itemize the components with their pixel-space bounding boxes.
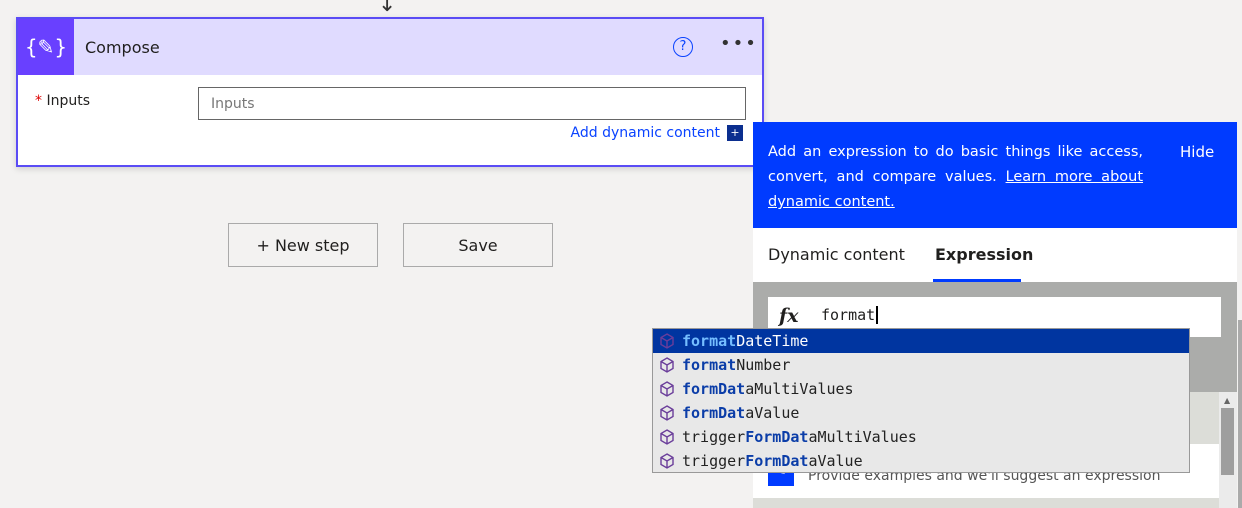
card-header[interactable]: {✎} Compose ? ••• xyxy=(18,19,762,75)
match-highlight: form xyxy=(682,404,719,422)
function-cube-icon xyxy=(660,405,674,421)
match-highlight: Dat xyxy=(781,428,809,446)
match-highlight: Form xyxy=(745,452,782,470)
arrow-down-icon: ↓ xyxy=(378,0,397,17)
add-dynamic-content-icon[interactable]: + xyxy=(727,125,743,141)
autocomplete-item[interactable]: trigger Form Dat aMultiValues xyxy=(653,425,1189,449)
scroll-up-icon[interactable]: ▲ xyxy=(1224,396,1230,405)
panel-info: Add an expression to do basic things lik… xyxy=(753,122,1237,228)
item-text: DateTime xyxy=(736,332,809,350)
curly-braces-pencil-icon: {✎} xyxy=(18,19,74,75)
page-scrollbar[interactable] xyxy=(1238,320,1242,508)
autocomplete-item[interactable]: form Dat aValue xyxy=(653,401,1189,425)
help-icon[interactable]: ? xyxy=(673,37,693,57)
inputs-label: * Inputs xyxy=(35,93,90,109)
item-text: aMultiValues xyxy=(808,428,917,446)
item-text: Number xyxy=(736,356,791,374)
inputs-field[interactable] xyxy=(198,87,746,120)
function-cube-icon xyxy=(660,381,674,397)
card-title: Compose xyxy=(85,38,160,57)
compose-card: {✎} Compose ? ••• * Inputs Add dynamic c… xyxy=(16,17,764,167)
match-highlight: form xyxy=(682,380,719,398)
item-text: trigger xyxy=(682,452,746,470)
autocomplete-dropdown: format DateTime format Number form Dat aMultiV… xyxy=(652,328,1190,473)
function-cube-icon xyxy=(660,453,674,469)
item-text: aMultiValues xyxy=(745,380,854,398)
tab-expression[interactable]: Expression xyxy=(935,245,1033,264)
save-button[interactable]: Save xyxy=(403,223,553,267)
scrollbar[interactable]: ▲ xyxy=(1219,392,1237,508)
tab-dynamic-content[interactable]: Dynamic content xyxy=(768,245,905,264)
expression-value[interactable]: format xyxy=(821,306,879,324)
match-highlight: format xyxy=(682,356,737,374)
item-text: trigger xyxy=(682,428,746,446)
panel-footer xyxy=(753,498,1219,508)
autocomplete-item[interactable]: form Dat aMultiValues xyxy=(653,377,1189,401)
match-highlight: Dat xyxy=(781,452,809,470)
autocomplete-item[interactable]: trigger Form Dat aValue xyxy=(653,449,1189,473)
function-cube-icon xyxy=(660,333,674,349)
match-highlight: Form xyxy=(745,428,782,446)
autocomplete-item[interactable]: format Number xyxy=(653,353,1189,377)
fx-icon: fx xyxy=(779,305,799,327)
new-step-button[interactable]: + New step xyxy=(228,223,378,267)
match-highlight: format xyxy=(682,332,737,350)
match-highlight: Dat xyxy=(718,404,746,422)
hide-button[interactable]: Hide xyxy=(1180,140,1214,165)
more-options-icon[interactable]: ••• xyxy=(720,33,758,54)
scrollbar-thumb[interactable] xyxy=(1221,408,1234,475)
item-text: aValue xyxy=(745,404,800,422)
function-cube-icon xyxy=(660,357,674,373)
match-highlight: Dat xyxy=(718,380,746,398)
autocomplete-item[interactable]: format DateTime xyxy=(653,329,1189,353)
add-dynamic-content-link[interactable]: Add dynamic content xyxy=(571,125,720,141)
function-cube-icon xyxy=(660,429,674,445)
item-text: aValue xyxy=(808,452,863,470)
